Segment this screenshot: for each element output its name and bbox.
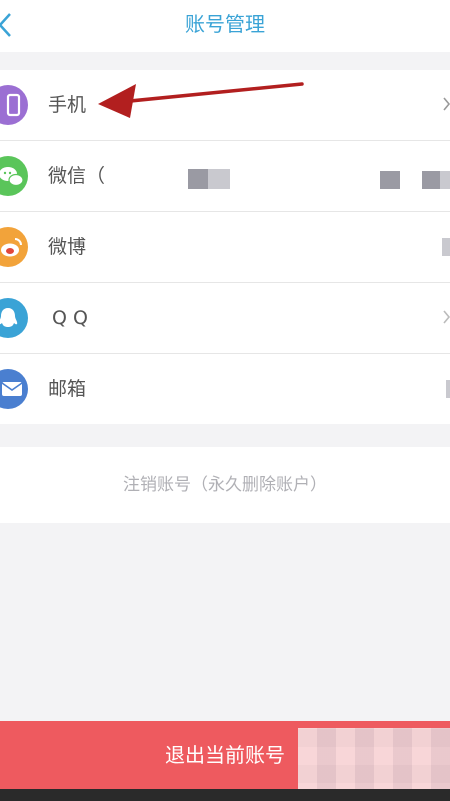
account-label-qq: Q Q	[52, 307, 88, 329]
chevron-right-icon	[443, 310, 450, 324]
redacted-block	[188, 169, 208, 189]
account-row-mail[interactable]: 邮箱	[0, 354, 450, 424]
account-label-weibo: 微博	[48, 236, 87, 258]
account-list: 手机 微信（ 微博 Q Q 邮箱	[0, 70, 450, 424]
account-label-phone: 手机	[48, 94, 87, 116]
account-label-mail: 邮箱	[48, 378, 87, 400]
redacted-block	[442, 238, 450, 256]
account-row-phone[interactable]: 手机	[0, 70, 450, 141]
wechat-icon	[0, 156, 28, 196]
phone-icon	[0, 85, 28, 125]
bottom-bar	[0, 789, 450, 801]
mail-icon	[0, 369, 28, 409]
chevron-right-icon	[443, 97, 450, 111]
redacted-block	[422, 171, 440, 189]
nav-bar: 账号管理	[0, 0, 450, 52]
account-row-qq[interactable]: Q Q	[0, 283, 450, 354]
account-label-wechat: 微信（	[48, 165, 106, 187]
deactivate-account-button[interactable]: 注销账号（永久删除账户）	[0, 447, 450, 523]
weibo-icon	[0, 227, 28, 267]
account-row-weibo[interactable]: 微博	[0, 212, 450, 283]
redacted-block	[380, 171, 400, 189]
redacted-block	[446, 380, 450, 398]
page-title: 账号管理	[185, 12, 265, 36]
account-row-wechat[interactable]: 微信（	[0, 141, 450, 212]
redacted-block	[208, 169, 230, 189]
redacted-block	[440, 171, 450, 189]
qq-icon	[0, 298, 28, 338]
